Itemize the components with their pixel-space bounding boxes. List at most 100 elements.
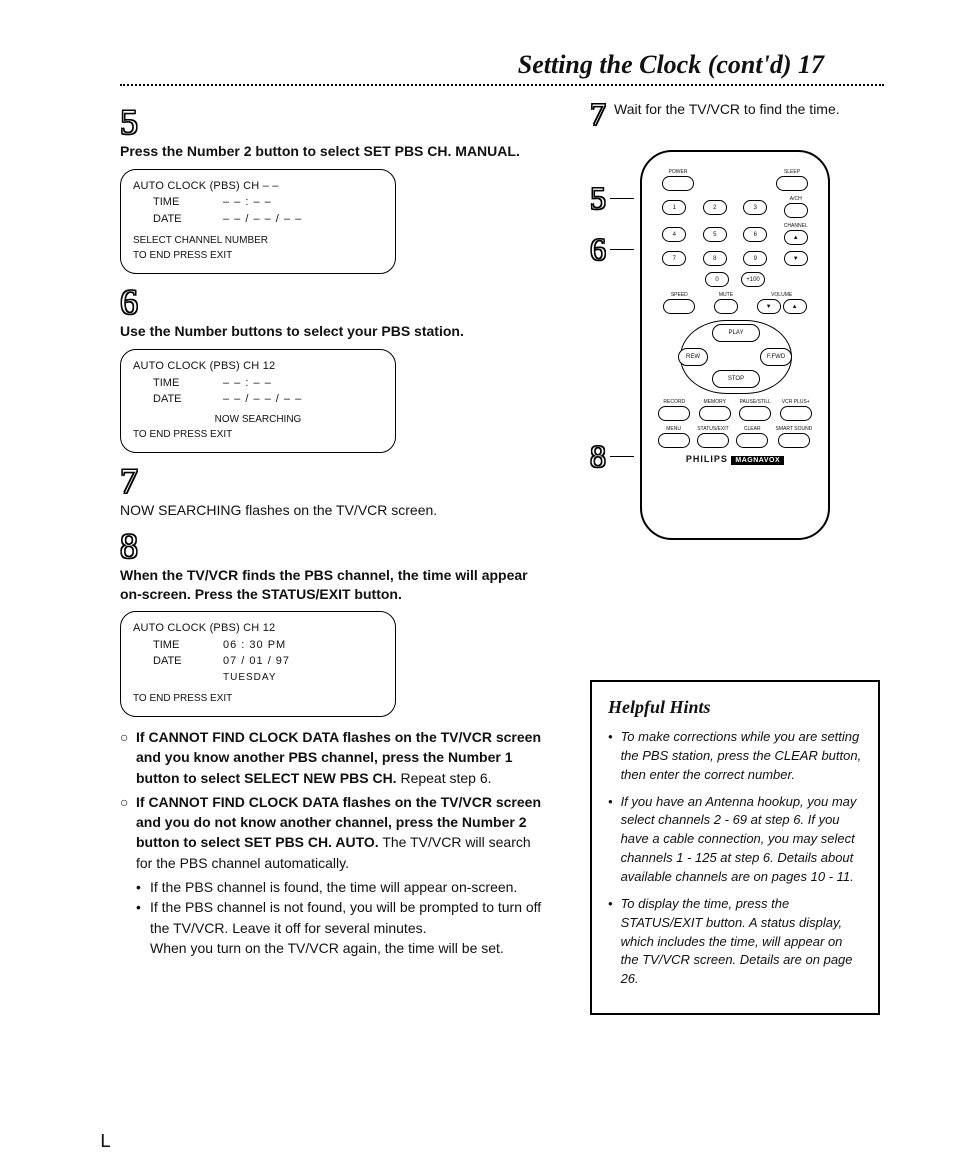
right-column: 7 Wait for the TV/VCR to find the time. … [590,98,880,1015]
subnote-3: When you turn on the TV/VCR again, the t… [150,938,504,958]
osd-1-date-label: DATE [133,211,223,228]
left-column: 5 Press the Number 2 button to select SE… [120,98,550,1015]
brand-magnavox: MAGNAVOX [731,456,784,465]
memory-label: MEMORY [704,400,726,405]
osd-2-line1: NOW SEARCHING [133,412,383,427]
osd-2-line2: TO END PRESS EXIT [133,427,383,442]
step-5-text: Press the Number 2 button to select SET … [120,142,550,161]
num-3-button: 3 [743,200,767,215]
osd-3-title: AUTO CLOCK (PBS) CH 12 [133,620,383,637]
dot-bullet-icon: • [136,877,150,897]
menu-button [658,433,690,448]
power-label: POWER [669,170,688,175]
osd-2-time-value: – – : – – [223,375,272,392]
num-9-button: 9 [743,251,767,266]
callout-line-icon [610,198,634,199]
osd-1-title: AUTO CLOCK (PBS) CH – – [133,178,383,195]
atch-button [784,203,808,218]
menu-label: MENU [666,427,681,432]
smart-label: SMART SOUND [776,427,813,432]
corner-mark: L [100,1131,111,1152]
speed-button [663,299,695,314]
circle-bullet-icon: ○ [120,792,136,873]
step-8-number: 8 [120,528,550,564]
osd-2-time-label: TIME [133,375,223,392]
memory-button [699,406,731,421]
circle-bullet-icon: ○ [120,727,136,788]
pause-label: PAUSE/STILL [740,400,771,405]
sleep-label: SLEEP [784,170,800,175]
subnote-1: If the PBS channel is found, the time wi… [150,877,517,897]
hint-1: To make corrections while you are settin… [621,728,862,785]
status-label: STATUS/EXIT [697,427,728,432]
step-8-text: When the TV/VCR finds the PBS channel, t… [120,566,550,604]
osd-1-time-value: – – : – – [223,194,272,211]
sleep-button [776,176,808,191]
osd-1-date-value: – – / – – / – – [223,211,302,228]
step-6-text: Use the Number buttons to select your PB… [120,322,550,341]
num-100-button: +100 [741,272,765,287]
callout-6: 6 [590,231,606,268]
remote-brand: PHILIPS MAGNAVOX [654,454,816,464]
ch-dn-button: ▼ [784,251,808,266]
num-5-button: 5 [703,227,727,242]
vol-dn-button: ▼ [757,299,781,314]
hint-3: To display the time, press the STATUS/EX… [621,895,862,989]
osd-screen-3: AUTO CLOCK (PBS) CH 12 TIME06 : 30 PM DA… [120,611,396,717]
callout-5: 5 [590,180,606,217]
dot-bullet-icon: • [608,895,613,989]
divider [120,84,884,86]
callout-line-icon [610,456,634,457]
record-button [658,406,690,421]
step-7-number: 7 [120,463,550,499]
manual-page: Setting the Clock (cont'd) 17 5 Press th… [0,0,954,1172]
volume-label: VOLUME [771,293,792,298]
play-button: PLAY [712,324,760,342]
dot-bullet-icon: • [136,897,150,938]
num-0-button: 0 [705,272,729,287]
stop-button: STOP [712,370,760,388]
vol-up-button: ▲ [783,299,807,314]
num-4-button: 4 [662,227,686,242]
record-label: RECORD [663,400,685,405]
osd-1-line2: TO END PRESS EXIT [133,248,383,263]
num-8-button: 8 [703,251,727,266]
osd-screen-1: AUTO CLOCK (PBS) CH – – TIME– – : – – DA… [120,169,396,275]
mute-button [714,299,738,314]
speed-label: SPEED [671,293,688,298]
rew-button: REW [678,348,708,366]
osd-3-time-value: 06 : 30 PM [223,637,286,654]
hints-title: Helpful Hints [608,694,862,720]
dot-bullet-icon: • [608,728,613,785]
status-exit-button [697,433,729,448]
num-1-button: 1 [662,200,686,215]
step-5-number: 5 [120,104,550,140]
remote-illustration: POWER SLEEP 1 2 3 A/CH 4 5 6 CHANNE [640,150,830,540]
step-7r-text: Wait for the TV/VCR to find the time. [614,98,840,120]
hint-2: If you have an Antenna hookup, you may s… [621,793,862,887]
vcrplus-label: VCR PLUS+ [782,400,810,405]
osd-3-date-value: 07 / 01 / 97 [223,653,290,670]
remote-diagram: 5 6 8 POWER SLEEP 1 2 3 A/CH [590,150,880,540]
num-7-button: 7 [662,251,686,266]
subnote-2: If the PBS channel is not found, you wil… [150,897,550,938]
step-7-text: NOW SEARCHING flashes on the TV/VCR scre… [120,501,550,520]
osd-3-day: TUESDAY [223,670,277,685]
ffwd-button: F.FWD [760,348,792,366]
notes-list: ○ If CANNOT FIND CLOCK DATA flashes on t… [120,727,550,958]
pause-button [739,406,771,421]
num-2-button: 2 [703,200,727,215]
mute-label: MUTE [719,293,733,298]
note-1-tail: Repeat step 6. [397,770,492,786]
helpful-hints-box: Helpful Hints •To make corrections while… [590,680,880,1015]
num-6-button: 6 [743,227,767,242]
brand-philips: PHILIPS [686,454,728,464]
power-button [662,176,694,191]
osd-2-date-label: DATE [133,391,223,408]
clear-label: CLEAR [744,427,761,432]
atch-label: A/CH [790,197,802,202]
osd-1-time-label: TIME [133,194,223,211]
osd-screen-2: AUTO CLOCK (PBS) CH 12 TIME– – : – – DAT… [120,349,396,453]
clear-button [736,433,768,448]
step-6-number: 6 [120,284,550,320]
